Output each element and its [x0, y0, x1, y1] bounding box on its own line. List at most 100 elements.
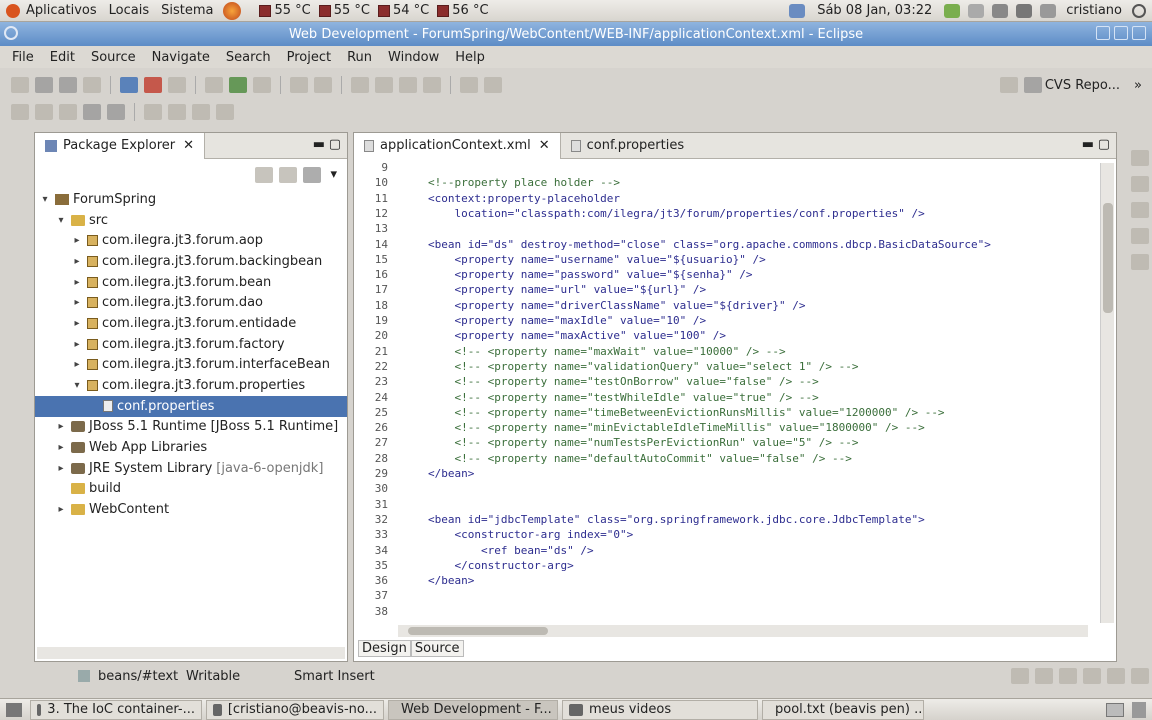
- link-editor-icon[interactable]: [11, 104, 29, 120]
- outline-icon[interactable]: [1131, 150, 1149, 166]
- run-icon[interactable]: [229, 77, 247, 93]
- chevron-right-icon[interactable]: ▸: [55, 421, 67, 432]
- chevron-down-icon[interactable]: ▾: [39, 194, 51, 205]
- menu-project[interactable]: Project: [279, 50, 339, 65]
- tree-item[interactable]: ▸ WebContent: [35, 499, 347, 520]
- pkg-hscroll[interactable]: [37, 647, 345, 659]
- nav-back-icon[interactable]: [144, 104, 162, 120]
- status-tray-icon[interactable]: [1011, 668, 1029, 684]
- chat-icon[interactable]: [789, 3, 806, 18]
- editor-tab[interactable]: conf.properties: [561, 133, 694, 159]
- maximize-icon[interactable]: ▢: [329, 137, 341, 152]
- close-icon[interactable]: ✕: [539, 138, 550, 153]
- window-menu-icon[interactable]: [4, 26, 18, 40]
- tree-item[interactable]: ▸ com.ilegra.jt3.forum.interfaceBean: [35, 355, 347, 376]
- tree-item[interactable]: ▾ src: [35, 210, 347, 231]
- prev-annotation-icon[interactable]: [484, 77, 502, 93]
- external-tools-icon[interactable]: [253, 77, 271, 93]
- chevron-right-icon[interactable]: ▸: [55, 504, 67, 515]
- chevron-right-icon[interactable]: ▸: [71, 235, 83, 246]
- tree-item[interactable]: ▾ ForumSpring: [35, 189, 347, 210]
- status-tray-icon[interactable]: [1083, 668, 1101, 684]
- mail-icon[interactable]: [968, 3, 985, 18]
- maximize-icon[interactable]: [1114, 26, 1128, 40]
- chevron-down-icon[interactable]: ▾: [55, 215, 67, 226]
- chevron-right-icon[interactable]: ▸: [55, 442, 67, 453]
- tree-item[interactable]: ▸ JRE System Library [java-6-openjdk]: [35, 458, 347, 479]
- battery-icon[interactable]: [1040, 3, 1057, 18]
- open-task-icon[interactable]: [375, 77, 393, 93]
- places-menu[interactable]: Locais: [103, 0, 155, 22]
- editor-hscroll[interactable]: [398, 625, 1088, 637]
- power-icon[interactable]: [1132, 3, 1146, 18]
- new-icon[interactable]: [11, 77, 29, 93]
- network-icon[interactable]: [944, 3, 961, 18]
- workspace-switcher[interactable]: [1106, 702, 1124, 717]
- chevron-right-icon[interactable]: ▸: [71, 256, 83, 267]
- close-icon[interactable]: ✕: [183, 138, 194, 153]
- tree-item[interactable]: ▾ com.ilegra.jt3.forum.properties: [35, 375, 347, 396]
- tree-item[interactable]: ▸ com.ilegra.jt3.forum.entidade: [35, 313, 347, 334]
- next-annotation-icon[interactable]: [460, 77, 478, 93]
- system-menu[interactable]: Sistema: [155, 0, 219, 22]
- save-icon[interactable]: [35, 77, 53, 93]
- stop-server-icon[interactable]: [144, 77, 162, 93]
- debug-icon[interactable]: [205, 77, 223, 93]
- tree-item[interactable]: ▸ com.ilegra.jt3.forum.backingbean: [35, 251, 347, 272]
- chevron-right-icon[interactable]: ▸: [71, 359, 83, 370]
- tree-item[interactable]: ▸ com.ilegra.jt3.forum.aop: [35, 230, 347, 251]
- menu-search[interactable]: Search: [218, 50, 279, 65]
- show-desktop-icon[interactable]: [6, 702, 22, 717]
- open-perspective-icon[interactable]: [999, 77, 1018, 93]
- user-name[interactable]: cristiano: [1066, 3, 1122, 18]
- apps-menu[interactable]: Aplicativos: [0, 0, 103, 22]
- open-type-icon[interactable]: [314, 77, 332, 93]
- menu-window[interactable]: Window: [380, 50, 447, 65]
- editor-tab[interactable]: applicationContext.xml ✕: [354, 132, 561, 159]
- snippets-icon[interactable]: [1131, 228, 1149, 244]
- code-editor[interactable]: 9 10 <!--property place holder --> 11 <conte…: [354, 160, 1100, 618]
- tab-package-explorer[interactable]: Package Explorer ✕: [35, 132, 206, 159]
- wifi-icon[interactable]: [1016, 3, 1033, 18]
- chevron-right-icon[interactable]: ▸: [71, 277, 83, 288]
- palette-icon[interactable]: [1131, 176, 1149, 192]
- tree-item[interactable]: build: [35, 479, 347, 500]
- trash-icon[interactable]: [1132, 701, 1146, 718]
- tree-item[interactable]: conf.properties: [35, 395, 347, 417]
- tree-item[interactable]: ▸ com.ilegra.jt3.forum.factory: [35, 334, 347, 355]
- new-class-icon[interactable]: [290, 77, 308, 93]
- taskbar-item[interactable]: 3. The IoC container-...: [30, 699, 202, 720]
- tab-design[interactable]: Design: [358, 640, 411, 657]
- back-icon[interactable]: [35, 104, 53, 120]
- taskbar-item[interactable]: Web Development - F...: [388, 699, 558, 720]
- print-icon[interactable]: [83, 77, 101, 93]
- tree-item[interactable]: ▸ Web App Libraries: [35, 437, 347, 458]
- firefox-icon[interactable]: [223, 1, 242, 20]
- window-titlebar[interactable]: Web Development - ForumSpring/WebContent…: [0, 22, 1152, 46]
- chevron-right-icon[interactable]: ▸: [71, 318, 83, 329]
- nav-up-icon[interactable]: [192, 104, 210, 120]
- server-icon[interactable]: [120, 77, 138, 93]
- history-icon[interactable]: [107, 104, 125, 120]
- taskbar-item[interactable]: [cristiano@beavis-no...: [206, 699, 384, 720]
- status-tray-icon[interactable]: [1035, 668, 1053, 684]
- close-icon[interactable]: [1132, 26, 1146, 40]
- taskbar-item[interactable]: pool.txt (beavis pen) ...: [762, 699, 924, 720]
- tab-source[interactable]: Source: [410, 640, 464, 657]
- forward-icon[interactable]: [59, 104, 77, 120]
- save-all-icon[interactable]: [59, 77, 77, 93]
- chevron-down-icon[interactable]: ▾: [71, 380, 83, 391]
- minimize-icon[interactable]: ▬: [313, 137, 325, 152]
- menu-source[interactable]: Source: [83, 50, 144, 65]
- volume-icon[interactable]: [992, 3, 1009, 18]
- menu-edit[interactable]: Edit: [42, 50, 83, 65]
- taskbar-item[interactable]: meus videos: [562, 699, 758, 720]
- last-edit-icon[interactable]: [83, 104, 101, 120]
- nav-forward-icon[interactable]: [168, 104, 186, 120]
- tree-item[interactable]: ▸ com.ilegra.jt3.forum.dao: [35, 292, 347, 313]
- perspective-button[interactable]: CVS Repo...: [1021, 77, 1120, 93]
- chevron-right-icon[interactable]: »: [1134, 78, 1142, 93]
- menu-navigate[interactable]: Navigate: [144, 50, 218, 65]
- minimize-icon[interactable]: ▬: [1082, 137, 1094, 152]
- nav-menu-icon[interactable]: [216, 104, 234, 120]
